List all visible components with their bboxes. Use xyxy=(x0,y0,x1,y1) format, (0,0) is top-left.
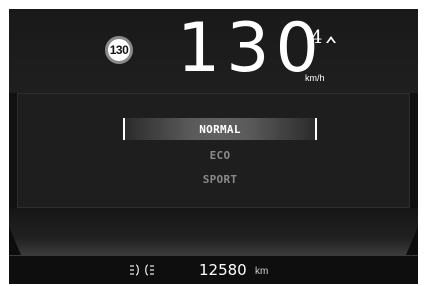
bezel-corner-right xyxy=(406,227,418,255)
lower-bezel-shade xyxy=(9,238,418,258)
gear-recommendation: 4 xyxy=(311,27,323,48)
odometer-value: 12580 xyxy=(199,261,247,279)
current-speed: 130 xyxy=(177,9,325,88)
mode-item-eco[interactable]: ECO xyxy=(123,149,317,162)
speed-unit: km/h xyxy=(305,73,325,83)
bezel-corner-left xyxy=(9,227,21,255)
parking-lights-icon xyxy=(130,264,154,276)
speed-limit-sign: 130 xyxy=(105,36,133,64)
instrument-cluster-display: 130 130 4 km/h NORMAL ECO SPORT 12580 km xyxy=(9,9,418,284)
speed-limit-value: 130 xyxy=(109,43,129,57)
mode-item-normal[interactable]: NORMAL xyxy=(123,123,317,136)
mode-item-sport[interactable]: SPORT xyxy=(123,173,317,186)
odometer-unit: km xyxy=(255,266,269,277)
drive-mode-menu: NORMAL ECO SPORT xyxy=(17,93,410,208)
up-arrow-icon-inner xyxy=(328,39,334,43)
status-bar: 12580 km xyxy=(9,256,418,284)
